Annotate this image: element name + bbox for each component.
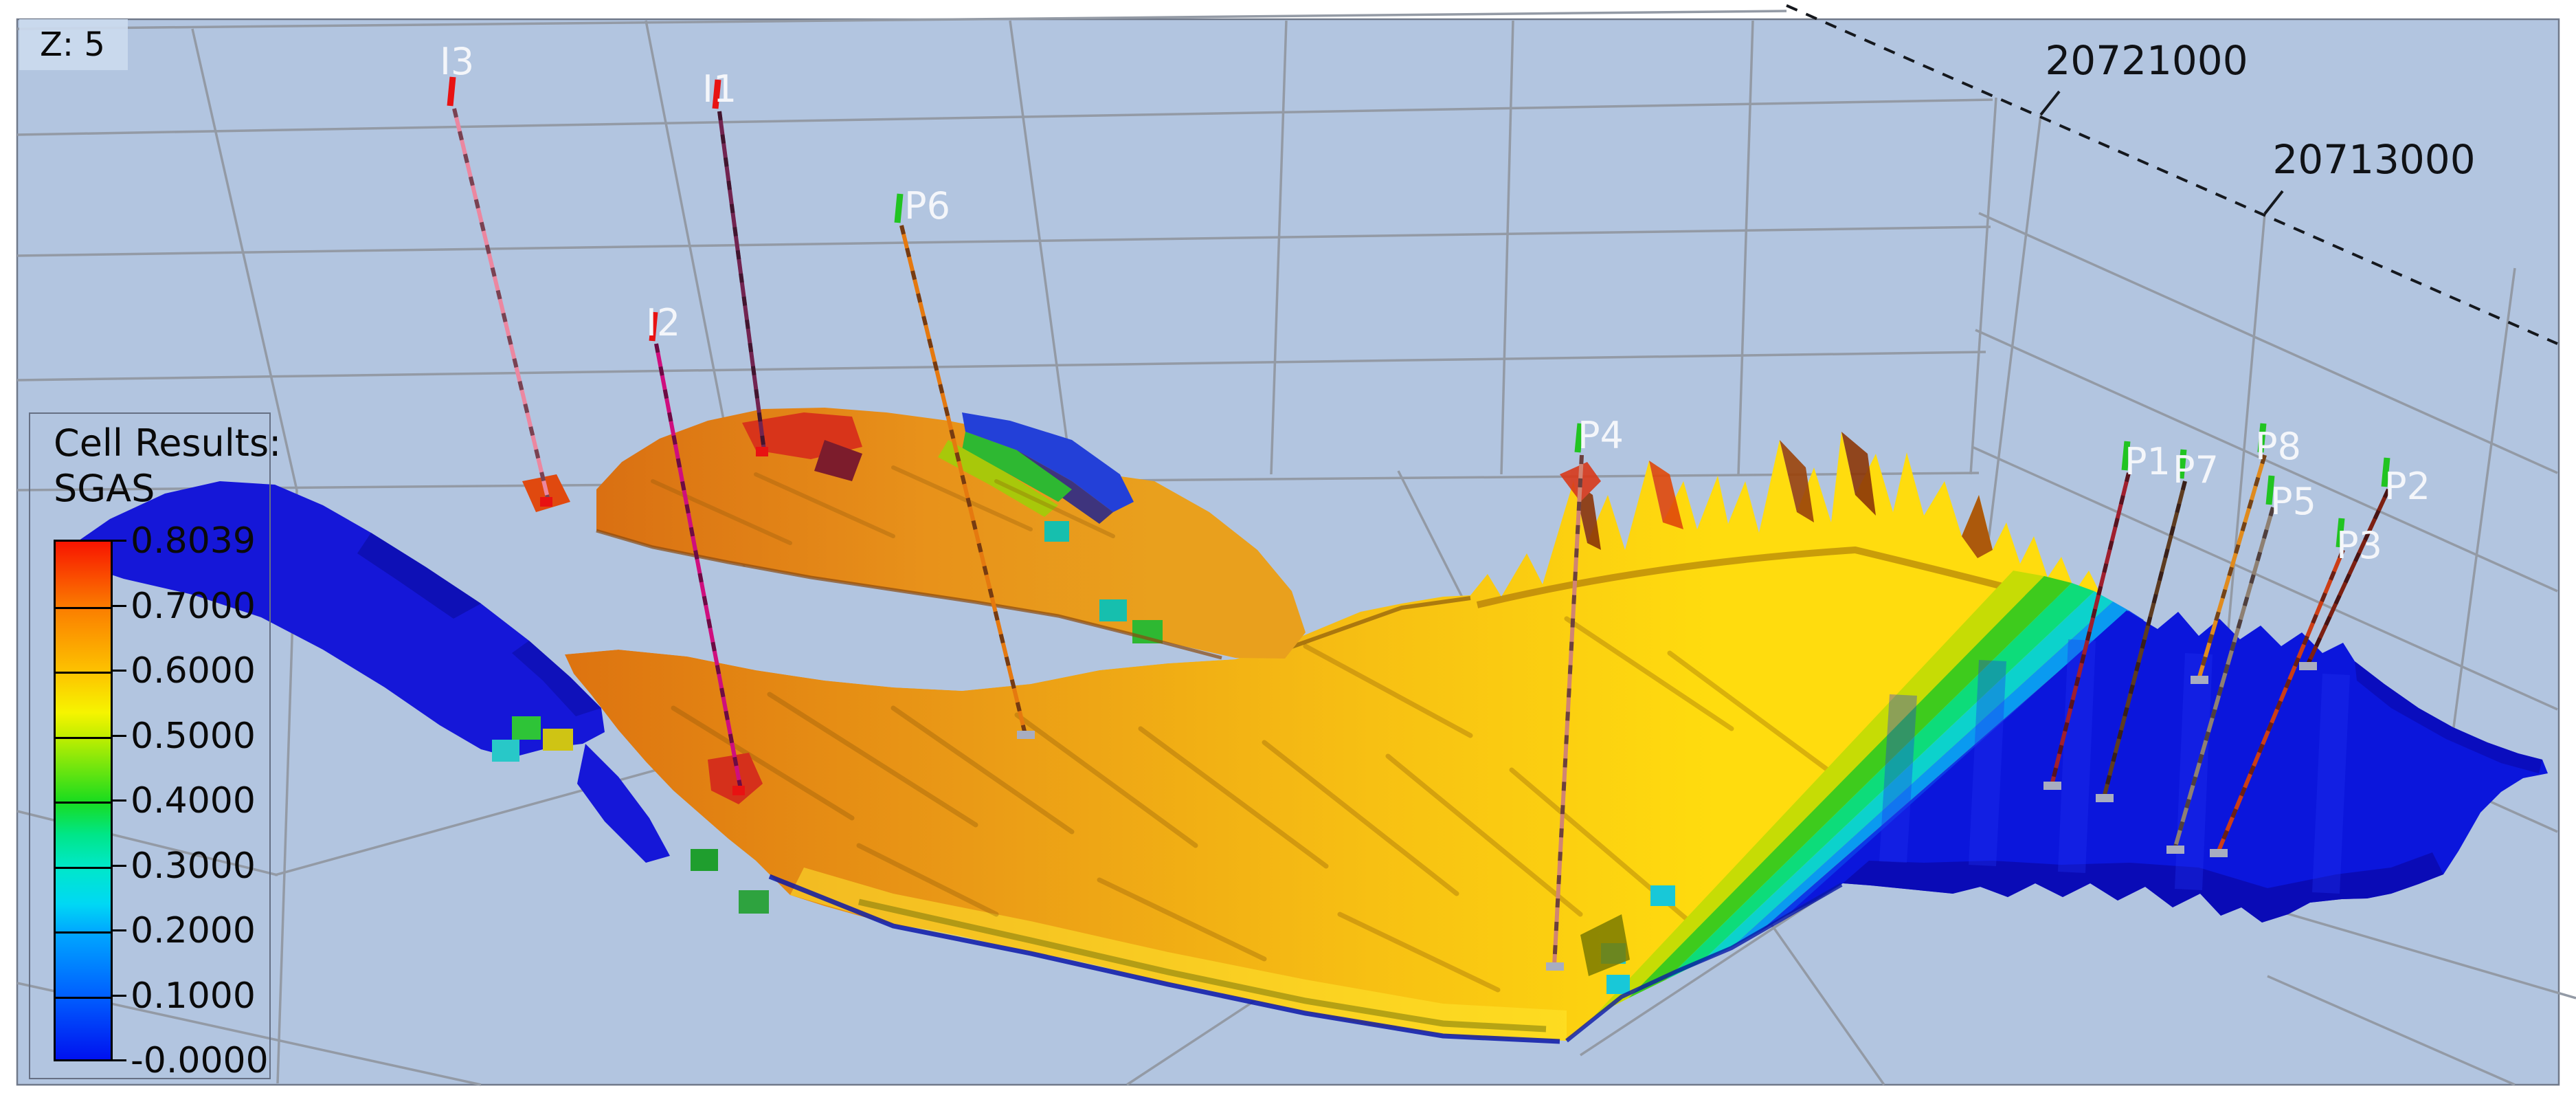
legend-tick-value: 0.1000 <box>131 978 256 1014</box>
well-bottom-marker-icon <box>2299 662 2317 670</box>
legend-tick-mark <box>111 865 126 867</box>
well-label-P8[interactable]: P8 <box>2255 425 2301 468</box>
legend-tick-mark <box>111 995 126 997</box>
legend-tick-value: 0.2000 <box>131 913 256 949</box>
well-bottom-marker-icon <box>1546 962 1564 971</box>
well-bottom-marker-icon <box>732 786 745 795</box>
well-bottom-marker-icon <box>2191 676 2208 684</box>
legend-tick-value: 0.4000 <box>131 783 256 819</box>
well-bottom-marker-icon <box>2096 794 2114 802</box>
legend-tick-value: 0.8039 <box>131 523 256 559</box>
legend-segment-separator <box>56 931 111 934</box>
legend-tick-value: 0.5000 <box>131 718 256 754</box>
z-level-label: Z: 5 <box>40 25 105 64</box>
well-label-P7[interactable]: P7 <box>2173 448 2219 492</box>
well-label-P5[interactable]: P5 <box>2270 480 2316 523</box>
3d-viewport[interactable]: 20721000 20713000 <box>0 0 2576 1104</box>
well-label-I2[interactable]: I2 <box>646 301 680 344</box>
well-label-P1[interactable]: P1 <box>2125 440 2171 483</box>
legend-tick-mark <box>111 1059 126 1061</box>
legend-segment-separator <box>56 672 111 674</box>
legend-color-bar[interactable] <box>54 540 113 1061</box>
legend-tick-mark <box>111 929 126 931</box>
legend-tick-value: 0.7000 <box>131 588 256 624</box>
well-label-P2[interactable]: P2 <box>2384 465 2430 508</box>
legend-segment-separator <box>56 997 111 999</box>
well-top-marker-icon <box>897 194 900 223</box>
legend-tick-value: 0.3000 <box>131 848 256 884</box>
legend-segment-separator <box>56 737 111 739</box>
well-bottom-marker-icon <box>756 447 768 456</box>
legend-segment-separator <box>56 802 111 804</box>
legend-tick-mark <box>111 540 126 542</box>
legend-title: Cell Results: SGAS <box>54 421 281 511</box>
legend-tick-value: -0.0000 <box>131 1043 269 1079</box>
legend-tick-mark <box>111 799 126 802</box>
z-level-overlay: Z: 5 <box>19 19 128 70</box>
resinsight-3d-view-window: 20721000 20713000 <box>0 0 2576 1104</box>
axis-coordinate-label: 20713000 <box>2272 136 2475 183</box>
well-bottom-marker-icon <box>2166 846 2184 854</box>
well-bottom-marker-icon <box>540 497 552 507</box>
well-bottom-marker-icon <box>1017 731 1035 739</box>
legend-tick-mark <box>111 605 126 607</box>
legend-title-line1: Cell Results: <box>54 421 281 466</box>
well-bottom-marker-icon <box>2043 782 2061 790</box>
legend-segment-separator <box>56 607 111 609</box>
well-label-P6[interactable]: P6 <box>904 184 950 228</box>
legend-segment-separator <box>56 867 111 869</box>
well-label-P4[interactable]: P4 <box>1578 414 1624 457</box>
legend-tick-mark <box>111 670 126 672</box>
well-label-P3[interactable]: P3 <box>2336 524 2382 567</box>
well-label-I3[interactable]: I3 <box>440 40 474 83</box>
well-label-I1[interactable]: I1 <box>702 67 737 111</box>
legend-tick-mark <box>111 735 126 737</box>
legend-title-line2: SGAS <box>54 466 281 511</box>
axis-coordinate-label: 20721000 <box>2045 37 2248 84</box>
cell-results-legend: Cell Results: SGAS 0.80390.70000.60000.5… <box>29 412 271 1079</box>
well-bottom-marker-icon <box>2210 849 2228 857</box>
legend-tick-value: 0.6000 <box>131 653 256 689</box>
